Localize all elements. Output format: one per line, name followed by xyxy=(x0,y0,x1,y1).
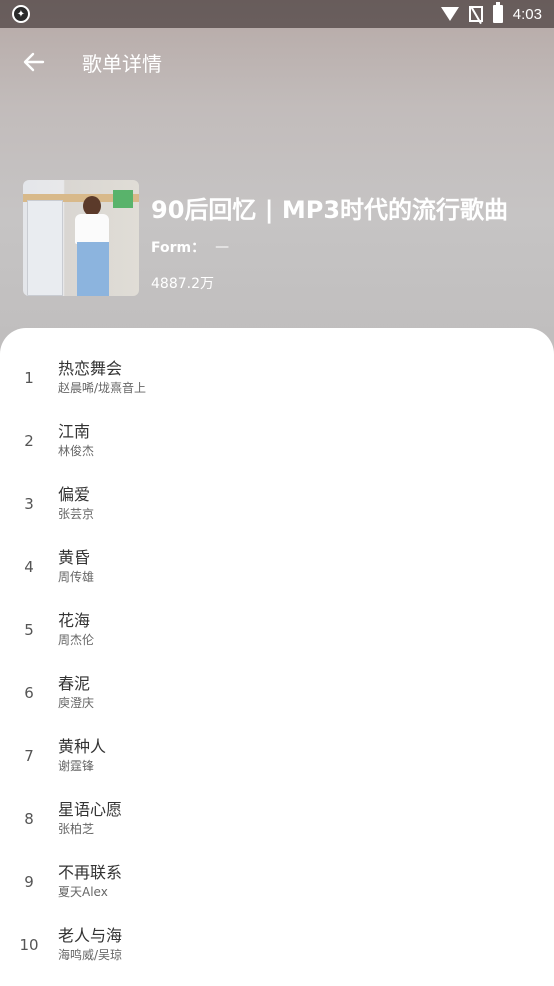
song-artist: 谢霆锋 xyxy=(58,759,95,773)
song-row[interactable]: 1 热恋舞会 赵晨唏/垅熹音上 xyxy=(0,346,554,409)
song-index: 7 xyxy=(24,746,34,765)
song-row[interactable]: 2 江南 林俊杰 xyxy=(0,409,554,472)
song-title: 不再联系 xyxy=(58,863,123,882)
song-index: 6 xyxy=(24,683,34,702)
cover-figure-legs xyxy=(77,242,109,296)
song-row[interactable]: 5 花海 周杰伦 xyxy=(0,598,554,661)
song-row[interactable]: 6 春泥 庾澄庆 xyxy=(0,661,554,724)
status-time: 4:03 xyxy=(512,5,542,23)
song-row[interactable]: 10 老人与海 海鸣威/吴琼 xyxy=(0,913,554,976)
form-row: Form： — xyxy=(151,237,508,257)
page-title: 歌单详情 xyxy=(82,51,162,76)
song-row[interactable]: 9 不再联系 夏天Alex xyxy=(0,850,554,913)
playlist-cover[interactable] xyxy=(23,180,139,296)
song-index: 8 xyxy=(24,809,34,828)
cover-sign xyxy=(113,190,133,208)
cover-figure-head xyxy=(83,196,101,216)
back-button[interactable] xyxy=(14,42,54,82)
song-artist: 赵晨唏/垅熹音上 xyxy=(58,381,147,395)
form-label: Form： xyxy=(151,240,206,256)
song-title: 老人与海 xyxy=(58,926,123,945)
signal-icon xyxy=(468,6,483,22)
song-title: 黄昏 xyxy=(58,548,91,567)
song-artist: 海鸣威/吴琼 xyxy=(58,948,123,962)
song-artist: 张柏芝 xyxy=(58,822,95,836)
song-artist: 林俊杰 xyxy=(58,444,95,458)
cover-figure-body xyxy=(75,214,109,244)
top-app-bar: 歌单详情 xyxy=(0,40,554,84)
song-artist: 庾澄庆 xyxy=(58,696,95,710)
song-title: 花海 xyxy=(58,611,91,630)
song-list: 1 热恋舞会 赵晨唏/垅熹音上 2 江南 林俊杰 3 偏爱 张芸京 4 黄昏 周… xyxy=(0,328,554,986)
song-artist: 周传雄 xyxy=(58,570,95,584)
song-artist: 夏天Alex xyxy=(58,885,108,899)
song-artist: 张芸京 xyxy=(58,507,95,521)
song-title: 星语心愿 xyxy=(58,800,123,819)
song-index: 2 xyxy=(24,431,34,450)
song-title: 热恋舞会 xyxy=(58,359,123,378)
song-index: 1 xyxy=(24,368,34,387)
song-index: 4 xyxy=(24,557,34,576)
song-artist: 周杰伦 xyxy=(58,633,95,647)
play-count: 4887.2万 xyxy=(151,276,214,292)
song-index: 5 xyxy=(24,620,34,639)
status-bar: ✦ 4:03 xyxy=(0,0,554,28)
wifi-icon xyxy=(440,7,459,21)
arrow-left-icon xyxy=(23,52,45,72)
battery-icon xyxy=(492,2,503,23)
song-row[interactable]: 8 星语心愿 张柏芝 xyxy=(0,787,554,850)
song-row[interactable]: 3 偏爱 张芸京 xyxy=(0,472,554,535)
song-index: 3 xyxy=(24,494,34,513)
playlist-title: 90后回忆 | MP3时代的流行歌曲 xyxy=(151,196,509,224)
song-row[interactable]: 4 黄昏 周传雄 xyxy=(0,535,554,598)
form-value: — xyxy=(215,239,230,255)
app-icon: ✦ xyxy=(12,5,30,23)
song-row[interactable]: 7 黄种人 谢霆锋 xyxy=(0,724,554,787)
song-index: 10 xyxy=(19,935,39,954)
cover-door xyxy=(27,200,63,296)
song-title: 江南 xyxy=(58,422,91,441)
song-title: 黄种人 xyxy=(58,737,107,756)
song-index: 9 xyxy=(24,872,34,891)
song-title: 春泥 xyxy=(58,674,91,693)
playlist-info: 90后回忆 | MP3时代的流行歌曲 Form： — 4887.2万 xyxy=(23,180,543,298)
song-title: 偏爱 xyxy=(58,485,91,504)
